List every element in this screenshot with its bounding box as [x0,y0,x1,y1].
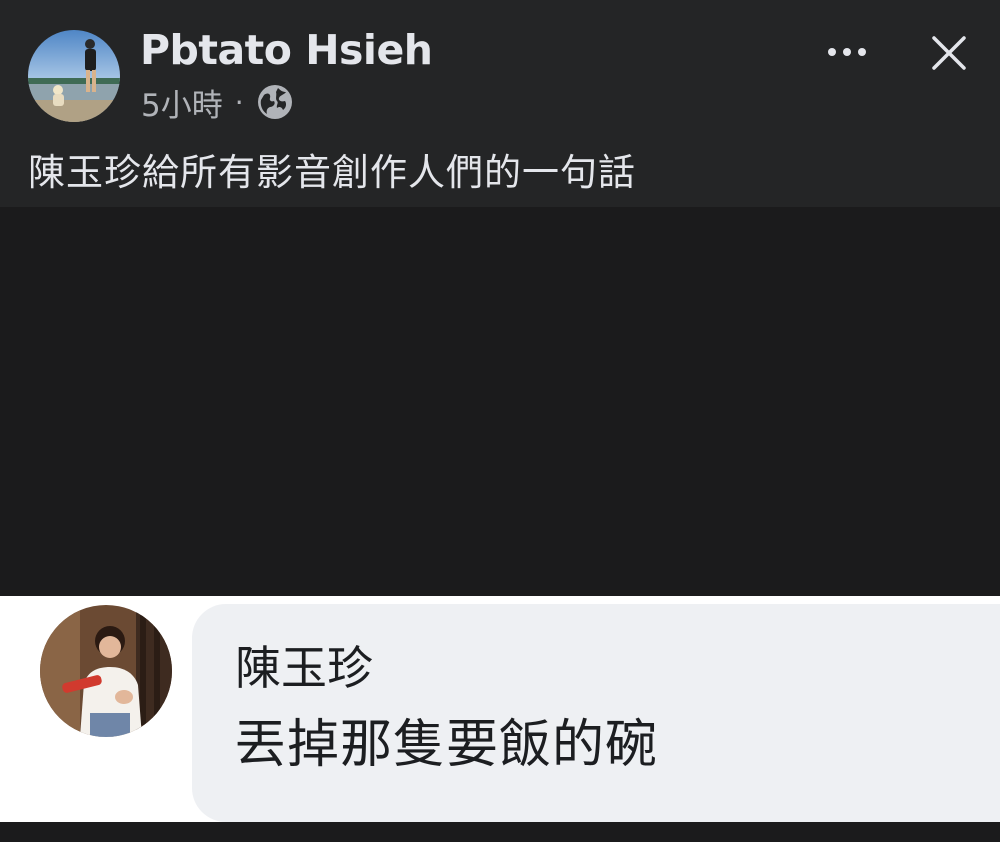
person-photo-avatar [40,605,172,737]
post-text: 陳玉珍給所有影音創作人們的一句話 [28,151,636,194]
post-header: Pbtato Hsieh 5小時 · 陳玉珍給所有影音創作人們的一句話 [0,0,1000,207]
meta-separator: · [234,85,244,119]
close-button[interactable] [924,28,974,78]
author-name[interactable]: Pbtato Hsieh [140,26,433,74]
post-time[interactable]: 5小時 [141,80,223,125]
commenter-avatar [40,605,172,737]
bottom-strip [0,822,1000,842]
more-dots-icon [828,48,866,56]
commenter-name: 陳玉珍 [235,641,373,695]
post-meta: 5小時 · [141,80,294,125]
author-avatar[interactable] [28,30,120,122]
more-options-button[interactable] [822,32,872,72]
beach-photo-avatar [28,30,120,122]
globe-icon[interactable] [256,83,294,121]
post-media-area[interactable] [0,207,1000,596]
comment-text: 丟掉那隻要飯的碗 [234,715,659,775]
close-icon [932,36,966,70]
